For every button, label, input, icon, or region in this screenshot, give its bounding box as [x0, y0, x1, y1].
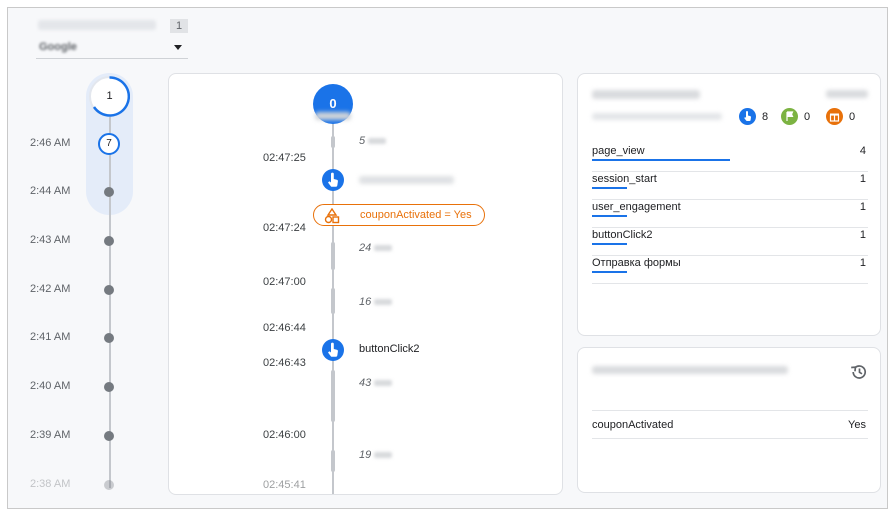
event-count: 4 [859, 145, 866, 157]
dropdown-arrow-icon [174, 45, 182, 50]
stream-time: 02:46:43 [263, 357, 306, 369]
event-count: 1 [859, 257, 866, 269]
event-name: session_start [592, 173, 657, 185]
seconds-stream-card: 0 5 02:47:25 couponActivated = Yes 02:47… [168, 73, 563, 495]
event-count-marker[interactable]: 7 [98, 133, 120, 155]
device-selector-label [38, 20, 156, 30]
event-count: 1 [859, 173, 866, 185]
duration-segment [331, 136, 335, 148]
stream-time: 02:46:44 [263, 322, 306, 334]
timeline-dot [104, 285, 114, 295]
timeline-row[interactable]: 2:43 AM [0, 234, 160, 248]
top-event-row[interactable]: user_engagement 1 [592, 200, 868, 228]
duration-segment [331, 450, 335, 472]
event-name: Отправка формы [592, 257, 681, 269]
top-event-row[interactable]: session_start 1 [592, 172, 868, 200]
stat-count: 8 [762, 111, 769, 123]
shapes-icon [324, 208, 340, 224]
stream-time: 02:47:24 [263, 222, 306, 234]
timeline-dot [104, 187, 114, 197]
timeline-dot [104, 382, 114, 392]
device-select-value: Google [39, 41, 77, 53]
timeline-time: 2:39 AM [30, 429, 71, 441]
top-event-row[interactable]: page_view 4 [592, 144, 868, 172]
user-property-label: couponActivated = Yes [360, 209, 472, 221]
user-property-chip[interactable]: couponActivated = Yes [313, 204, 485, 226]
device-select[interactable]: Google [36, 37, 188, 59]
timeline-dot [104, 333, 114, 343]
stat-count: 0 [804, 111, 811, 123]
session-progress-icon [92, 76, 130, 117]
stream-time: 02:47:25 [263, 152, 306, 164]
top-event-row[interactable]: Отправка формы 1 [592, 256, 868, 284]
timeline-time: 2:38 AM [30, 478, 71, 490]
timeline-row[interactable]: 2:46 AM 7 [0, 133, 160, 155]
timeline-dot [104, 480, 114, 490]
top-event-row[interactable]: buttonClick2 1 [592, 228, 868, 256]
event-name: user_engagement [592, 201, 681, 213]
device-count-badge: 1 [170, 19, 188, 33]
timeline-time: 2:42 AM [30, 283, 71, 295]
event-name: page_view [592, 145, 645, 157]
timeline-dot [104, 431, 114, 441]
user-property-value: Yes [848, 419, 866, 431]
event-share-bar [592, 271, 627, 273]
gift-icon [826, 108, 843, 125]
timeline-time: 2:40 AM [30, 380, 71, 392]
event-share-bar [592, 187, 627, 189]
flag-icon [781, 108, 798, 125]
stat-count: 0 [849, 111, 856, 123]
duration-segment [331, 242, 335, 270]
user-properties-title [592, 366, 788, 374]
timeline-row[interactable]: 2:41 AM [0, 331, 160, 345]
event-touch-icon[interactable] [322, 169, 344, 191]
stream-time: 02:47:00 [263, 276, 306, 288]
stream-top-sublabel [315, 112, 351, 120]
event-share-bar [592, 243, 627, 245]
top-events-card: 8 0 0 page_view 4 session_start 1 user_e… [577, 73, 881, 336]
select-underline [36, 58, 188, 59]
timeline-time: 2:41 AM [30, 331, 71, 343]
event-share-bar [592, 159, 730, 161]
duration-label: 5 [359, 135, 387, 147]
timeline-time: 2:46 AM [30, 137, 71, 149]
timeline-row[interactable]: 2:44 AM [0, 185, 160, 199]
event-touch-icon[interactable] [322, 339, 344, 361]
duration-label: 16 [359, 296, 393, 308]
duration-label: 19 [359, 449, 393, 461]
duration-segment [331, 370, 335, 422]
duration-label: 24 [359, 242, 393, 254]
stream-time: 02:45:41 [263, 479, 306, 491]
user-property-row[interactable]: couponActivated Yes [592, 411, 868, 439]
duration-label: 43 [359, 377, 393, 389]
timeline-dot [104, 236, 114, 246]
event-count: 1 [859, 229, 866, 241]
duration-segment [331, 288, 335, 314]
event-label[interactable]: buttonClick2 [359, 343, 420, 355]
event-count: 1 [859, 201, 866, 213]
history-icon[interactable] [850, 363, 868, 381]
timeline-row[interactable]: 2:39 AM [0, 429, 160, 443]
top-events-title [592, 90, 700, 99]
top-events-total [826, 90, 868, 98]
touch-icon [739, 108, 756, 125]
user-property-name: couponActivated [592, 419, 674, 431]
timeline-row[interactable]: 2:42 AM [0, 283, 160, 297]
event-name: buttonClick2 [592, 229, 653, 241]
timeline-row[interactable]: 2:40 AM [0, 380, 160, 394]
event-label-blurred[interactable] [359, 176, 454, 184]
stream-time: 02:46:00 [263, 429, 306, 441]
event-share-bar [592, 215, 627, 217]
top-events-subtitle [592, 113, 722, 120]
timeline-time: 2:44 AM [30, 185, 71, 197]
user-properties-card: couponActivated Yes [577, 347, 881, 493]
timeline-time: 2:43 AM [30, 234, 71, 246]
timeline-row[interactable]: 2:38 AM [0, 478, 160, 492]
